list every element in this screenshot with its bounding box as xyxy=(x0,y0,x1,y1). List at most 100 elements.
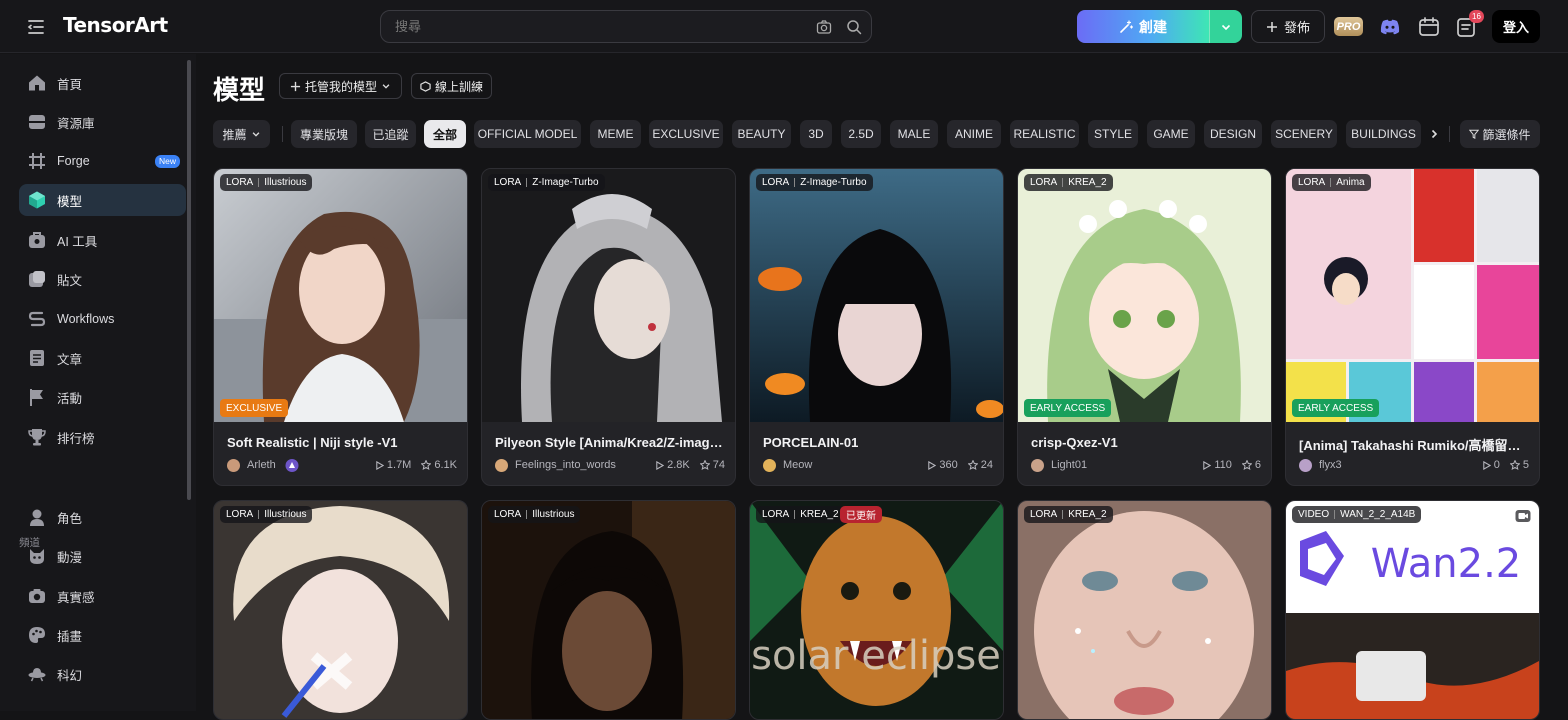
avatar[interactable] xyxy=(763,459,776,472)
sidebar-item-library[interactable]: 資源庫 xyxy=(19,106,186,138)
filter-button[interactable]: 篩選條件 xyxy=(1460,120,1540,148)
sidebar-item-label: 角色 xyxy=(57,511,83,526)
calendar-icon[interactable] xyxy=(1417,15,1441,39)
discord-icon[interactable] xyxy=(1378,15,1402,39)
avatar[interactable] xyxy=(227,459,240,472)
collapse-menu-icon[interactable] xyxy=(26,17,46,37)
camera-search-icon[interactable] xyxy=(816,19,832,35)
sidebar-item-illustration[interactable]: 插畫 xyxy=(19,619,186,651)
author-name[interactable]: Arleth xyxy=(247,459,276,471)
tensorart-logo[interactable]: TensorArt xyxy=(63,13,168,37)
top-bar: TensorArt 創建 發佈 PRO xyxy=(0,0,1568,53)
chip-pro-section[interactable]: 專業版塊 xyxy=(291,120,357,148)
sidebar-item-scifi[interactable]: 科幻 xyxy=(19,658,186,690)
model-card[interactable]: LORA Z-Image-Turbo Pilyeon Style [Anima/K… xyxy=(481,168,736,486)
author-name[interactable]: Meow xyxy=(783,459,812,471)
chip-game[interactable]: GAME xyxy=(1147,120,1195,148)
play-icon xyxy=(1203,460,1212,470)
login-button[interactable]: 登入 xyxy=(1492,10,1540,43)
model-stats: 0 5 xyxy=(1482,459,1529,471)
chip-scenery[interactable]: SCENERY xyxy=(1271,120,1337,148)
chip-style[interactable]: STYLE xyxy=(1088,120,1138,148)
avatar[interactable] xyxy=(1299,459,1312,472)
avatar[interactable] xyxy=(1031,459,1044,472)
model-card[interactable]: LORA Illustrious xyxy=(481,500,736,720)
sidebar-item-ai-tools[interactable]: AI 工具 xyxy=(19,224,186,256)
chip-anime[interactable]: ANIME xyxy=(947,120,1001,148)
search-box[interactable] xyxy=(380,10,872,43)
run-count: 360 xyxy=(927,459,958,471)
create-label: 創建 xyxy=(1139,18,1167,35)
model-type-badge: LORA Illustrious xyxy=(488,506,581,523)
chip-official-model[interactable]: OFFICIAL MODEL xyxy=(474,120,581,148)
model-title[interactable]: [Anima] Takahashi Rumiko/高橋留美... xyxy=(1299,435,1529,454)
author-name[interactable]: Light01 xyxy=(1051,459,1087,471)
avatar[interactable] xyxy=(495,459,508,472)
sidebar-item-label: 資源庫 xyxy=(57,116,95,131)
palette-icon xyxy=(29,627,45,643)
sidebar-item-home[interactable]: 首頁 xyxy=(19,67,186,99)
sidebar-item-forge[interactable]: Forge New xyxy=(19,145,186,177)
model-card[interactable]: LORA Illustrious xyxy=(213,500,468,720)
star-count: 6 xyxy=(1241,459,1261,471)
sidebar-item-events[interactable]: 活動 xyxy=(19,381,186,413)
model-type-badge: LORA Anima xyxy=(1292,174,1371,191)
training-icon xyxy=(420,80,431,92)
model-card[interactable]: LORA Anima EARLY ACCESS [Anima] Takahashi… xyxy=(1285,168,1540,486)
model-icon xyxy=(29,191,45,209)
sidebar-item-posts[interactable]: 貼文 xyxy=(19,263,186,295)
publish-button[interactable]: 發佈 xyxy=(1251,10,1325,43)
chip-2-5d[interactable]: 2.5D xyxy=(841,120,881,148)
model-card[interactable]: LORA KREA_2 EARLY ACCESS crisp-Qxez-V1 Li… xyxy=(1017,168,1272,486)
chip-meme[interactable]: MEME xyxy=(590,120,641,148)
model-title[interactable]: crisp-Qxez-V1 xyxy=(1031,435,1261,450)
chip-beauty[interactable]: BEAUTY xyxy=(732,120,791,148)
model-card[interactable]: Wan2.2 VIDEO WAN_2_2_A14B xyxy=(1285,500,1540,720)
model-title[interactable]: PORCELAIN-01 xyxy=(763,435,993,450)
sidebar-item-articles[interactable]: 文章 xyxy=(19,342,186,374)
model-card[interactable]: LORA Illustrious EXCLUSIVE Soft Realistic… xyxy=(213,168,468,486)
model-card[interactable]: LORA KREA_2 xyxy=(1017,500,1272,720)
chip-realistic[interactable]: REALISTIC xyxy=(1010,120,1079,148)
online-training-button[interactable]: 線上訓練 xyxy=(411,73,492,99)
create-dropdown-button[interactable] xyxy=(1209,10,1242,43)
chip-buildings[interactable]: BUILDINGS xyxy=(1346,120,1421,148)
sidebar-item-workflows[interactable]: Workflows xyxy=(19,303,186,335)
sidebar-scrollbar[interactable] xyxy=(187,60,191,500)
chevron-right-icon[interactable] xyxy=(1428,128,1440,140)
sort-dropdown[interactable]: 推薦 xyxy=(213,120,270,148)
chip-3d[interactable]: 3D xyxy=(800,120,832,148)
chevron-down-icon xyxy=(382,84,390,89)
model-card[interactable]: LORA Z-Image-Turbo PORCELAIN-01 Meow 360 … xyxy=(749,168,1004,486)
chip-following[interactable]: 已追蹤 xyxy=(365,120,416,148)
workflows-icon xyxy=(28,311,46,327)
chip-exclusive[interactable]: EXCLUSIVE xyxy=(649,120,723,148)
sidebar-item-anime[interactable]: 動漫 xyxy=(19,540,186,572)
pro-badge[interactable]: PRO xyxy=(1334,17,1363,36)
chevron-down-icon xyxy=(1221,24,1231,30)
sidebar-item-leaderboard[interactable]: 排行榜 xyxy=(19,421,186,453)
sidebar-item-realistic[interactable]: 真實感 xyxy=(19,580,186,612)
create-button[interactable]: 創建 xyxy=(1077,10,1209,43)
character-icon xyxy=(30,509,44,526)
sidebar-item-models[interactable]: 模型 xyxy=(19,184,186,216)
chip-male[interactable]: MALE xyxy=(890,120,938,148)
run-count: 0 xyxy=(1482,459,1500,471)
author-name[interactable]: flyx3 xyxy=(1319,459,1342,471)
model-title[interactable]: Soft Realistic | Niji style -V1 xyxy=(227,435,457,450)
search-icon[interactable] xyxy=(846,19,862,35)
library-icon xyxy=(29,115,45,129)
hosted-models-dropdown[interactable]: 托管我的模型 xyxy=(279,73,402,99)
chip-design[interactable]: DESIGN xyxy=(1204,120,1262,148)
sidebar-item-label: 真實感 xyxy=(57,590,95,605)
search-input[interactable] xyxy=(395,11,795,42)
forge-icon xyxy=(29,153,45,169)
anime-icon xyxy=(30,549,44,564)
model-card[interactable]: solar eclipse LORA KREA_2 已更新 xyxy=(749,500,1004,720)
sidebar-item-character[interactable]: 角色 xyxy=(19,501,186,533)
model-title[interactable]: Pilyeon Style [Anima/Krea2/Z-image... xyxy=(495,435,725,450)
sidebar-item-label: 插畫 xyxy=(57,629,83,644)
author-name[interactable]: Feelings_into_words xyxy=(515,459,616,471)
model-meta: flyx3 0 5 xyxy=(1299,458,1529,474)
chip-all[interactable]: 全部 xyxy=(424,120,466,148)
